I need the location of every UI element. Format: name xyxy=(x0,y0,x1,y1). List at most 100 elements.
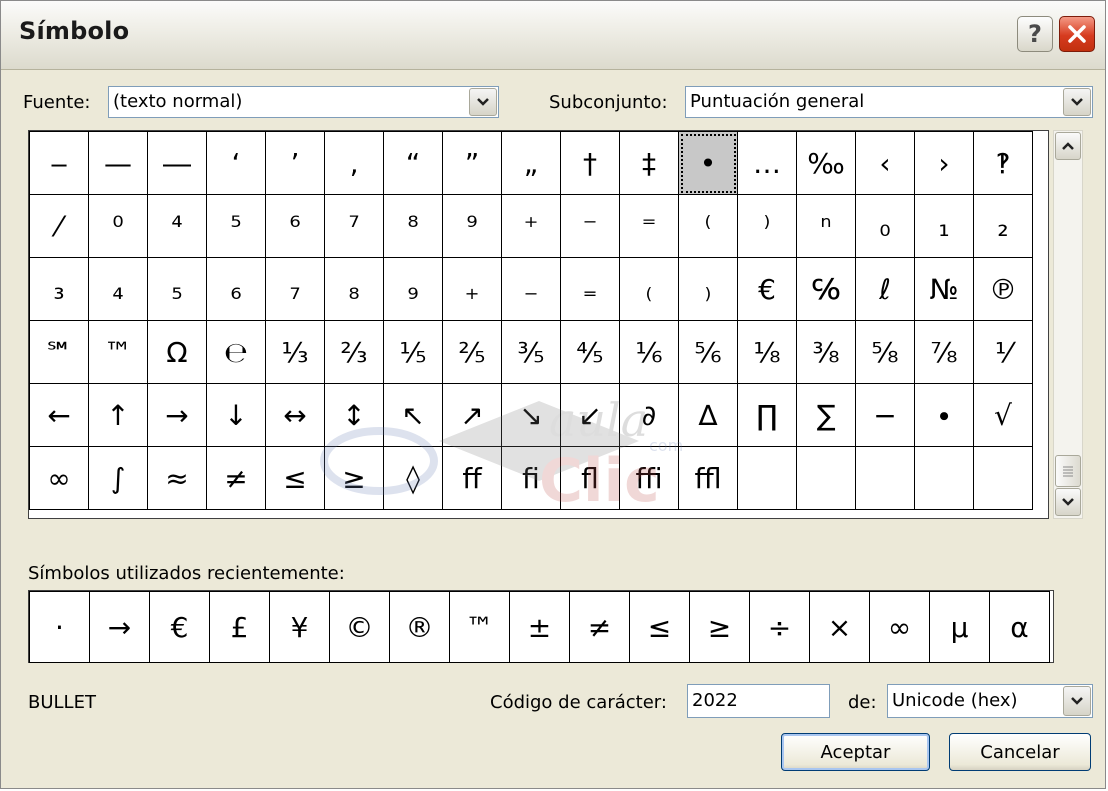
symbol-cell[interactable]: ⁴ xyxy=(147,194,207,258)
symbol-cell[interactable]: ‰ xyxy=(796,131,856,195)
symbol-cell[interactable]: ₍ xyxy=(619,257,679,321)
close-button[interactable] xyxy=(1059,16,1095,52)
symbol-cell[interactable]: ↑ xyxy=(88,383,148,447)
symbol-cell[interactable]: ℠ xyxy=(29,320,89,384)
symbol-cell[interactable]: ⅛ xyxy=(737,320,797,384)
symbol-cell[interactable]: ∫ xyxy=(88,446,148,510)
symbol-cell[interactable]: ℗ xyxy=(973,257,1033,321)
accept-button[interactable]: Aceptar xyxy=(781,733,930,771)
symbol-cell[interactable]: ₉ xyxy=(383,257,443,321)
encoding-select[interactable]: Unicode (hex) xyxy=(887,684,1093,718)
symbol-cell[interactable]: ↘ xyxy=(501,383,561,447)
recent-symbol-cell[interactable]: µ xyxy=(929,591,990,663)
recent-symbol-cell[interactable]: € xyxy=(149,591,210,663)
scroll-thumb[interactable] xyxy=(1055,455,1081,487)
symbol-cell[interactable]: ₃ xyxy=(29,257,89,321)
symbol-cell[interactable]: ∏ xyxy=(737,383,797,447)
symbol-cell[interactable]: ↗ xyxy=(442,383,502,447)
symbol-cell[interactable]: ℓ xyxy=(855,257,915,321)
recent-symbol-cell[interactable]: α xyxy=(989,591,1050,663)
cancel-button[interactable]: Cancelar xyxy=(949,733,1091,771)
grid-scrollbar[interactable] xyxy=(1053,130,1083,519)
symbol-cell[interactable]: ₌ xyxy=(560,257,620,321)
subset-dropdown-button[interactable] xyxy=(1063,88,1091,116)
symbol-cell[interactable]: ⁾ xyxy=(737,194,797,258)
scroll-down-button[interactable] xyxy=(1055,488,1081,516)
recent-symbol-cell[interactable]: ® xyxy=(389,591,450,663)
symbol-cell[interactable]: ⅞ xyxy=(914,320,974,384)
symbol-cell[interactable]: ‡ xyxy=(619,131,679,195)
symbol-cell[interactable]: ⅙ xyxy=(619,320,679,384)
recent-symbol-cell[interactable]: → xyxy=(89,591,150,663)
symbol-cell[interactable]: ‘ xyxy=(206,131,266,195)
symbol-cell[interactable]: ₀ xyxy=(855,194,915,258)
symbol-cell[interactable]: ⅘ xyxy=(560,320,620,384)
symbol-cell[interactable]: ∞ xyxy=(29,446,89,510)
symbol-cell[interactable] xyxy=(737,446,797,510)
symbol-cell[interactable]: ↖ xyxy=(383,383,443,447)
recent-symbol-cell[interactable]: £ xyxy=(209,591,270,663)
symbol-cell[interactable]: ﬄ xyxy=(678,446,738,510)
symbol-cell[interactable]: ⁷ xyxy=(324,194,384,258)
symbol-cell[interactable]: ⅓ xyxy=(265,320,325,384)
recent-symbol-cell[interactable]: © xyxy=(329,591,390,663)
symbol-cell[interactable]: — xyxy=(88,131,148,195)
symbol-cell[interactable]: ⁻ xyxy=(560,194,620,258)
symbol-cell[interactable]: ₁ xyxy=(914,194,974,258)
symbol-cell[interactable]: → xyxy=(147,383,207,447)
symbol-cell[interactable]: ⅟ xyxy=(973,320,1033,384)
symbol-cell[interactable]: ₈ xyxy=(324,257,384,321)
symbol-cell[interactable]: ↙ xyxy=(560,383,620,447)
symbol-cell[interactable]: ‒ xyxy=(29,131,89,195)
symbol-cell[interactable]: ↕ xyxy=(324,383,384,447)
symbol-cell[interactable]: № xyxy=(914,257,974,321)
symbol-cell[interactable]: ⁵ xyxy=(206,194,266,258)
symbol-cell[interactable]: ⁺ xyxy=(501,194,561,258)
scroll-up-button[interactable] xyxy=(1055,132,1081,160)
symbol-cell[interactable] xyxy=(855,446,915,510)
symbol-cell[interactable]: ﬃ xyxy=(619,446,679,510)
symbol-cell[interactable]: ₂ xyxy=(973,194,1033,258)
symbol-cell[interactable]: ₎ xyxy=(678,257,738,321)
symbol-cell[interactable]: ◊ xyxy=(383,446,443,510)
symbol-cell[interactable] xyxy=(796,446,856,510)
symbol-cell[interactable] xyxy=(914,446,974,510)
symbol-cell[interactable]: ₆ xyxy=(206,257,266,321)
symbol-cell[interactable]: ‹ xyxy=(855,131,915,195)
symbol-cell[interactable]: ℮ xyxy=(206,320,266,384)
symbol-cell[interactable]: ≠ xyxy=(206,446,266,510)
symbol-cell[interactable]: ⁿ xyxy=(796,194,856,258)
recent-symbol-cell[interactable]: ≥ xyxy=(689,591,750,663)
symbol-cell[interactable]: ⁸ xyxy=(383,194,443,258)
symbol-cell[interactable]: ↓ xyxy=(206,383,266,447)
symbol-cell[interactable]: › xyxy=(914,131,974,195)
symbol-cell[interactable]: ﬀ xyxy=(442,446,502,510)
symbol-cell[interactable]: ― xyxy=(147,131,207,195)
symbol-cell[interactable]: ⅔ xyxy=(324,320,384,384)
symbol-cell[interactable]: ⁄ xyxy=(29,194,89,258)
symbol-cell[interactable]: ⅜ xyxy=(796,320,856,384)
recent-symbol-cell[interactable]: · xyxy=(29,591,90,663)
symbol-cell[interactable]: ﬁ xyxy=(501,446,561,510)
recent-symbol-cell[interactable]: ¥ xyxy=(269,591,330,663)
recent-symbol-cell[interactable]: ™ xyxy=(449,591,510,663)
recent-symbol-cell[interactable]: ≠ xyxy=(569,591,630,663)
symbol-cell[interactable]: † xyxy=(560,131,620,195)
symbol-cell[interactable]: ‚ xyxy=(324,131,384,195)
symbol-cell[interactable]: ₇ xyxy=(265,257,325,321)
symbol-cell[interactable]: ⅝ xyxy=(855,320,915,384)
symbol-cell[interactable]: ≤ xyxy=(265,446,325,510)
encoding-dropdown-button[interactable] xyxy=(1063,686,1091,716)
recent-symbol-cell[interactable]: ≤ xyxy=(629,591,690,663)
symbol-cell[interactable]: ⅖ xyxy=(442,320,502,384)
symbol-cell[interactable]: ∆ xyxy=(678,383,738,447)
recent-symbol-cell[interactable]: ∞ xyxy=(869,591,930,663)
symbol-cell[interactable]: ⅕ xyxy=(383,320,443,384)
symbol-cell[interactable]: − xyxy=(855,383,915,447)
symbol-cell[interactable]: • xyxy=(678,131,738,195)
symbol-cell[interactable] xyxy=(973,446,1033,510)
symbol-cell[interactable]: √ xyxy=(973,383,1033,447)
symbol-cell[interactable]: ⅚ xyxy=(678,320,738,384)
symbol-cell[interactable]: ∑ xyxy=(796,383,856,447)
symbol-cell[interactable]: ₋ xyxy=(501,257,561,321)
